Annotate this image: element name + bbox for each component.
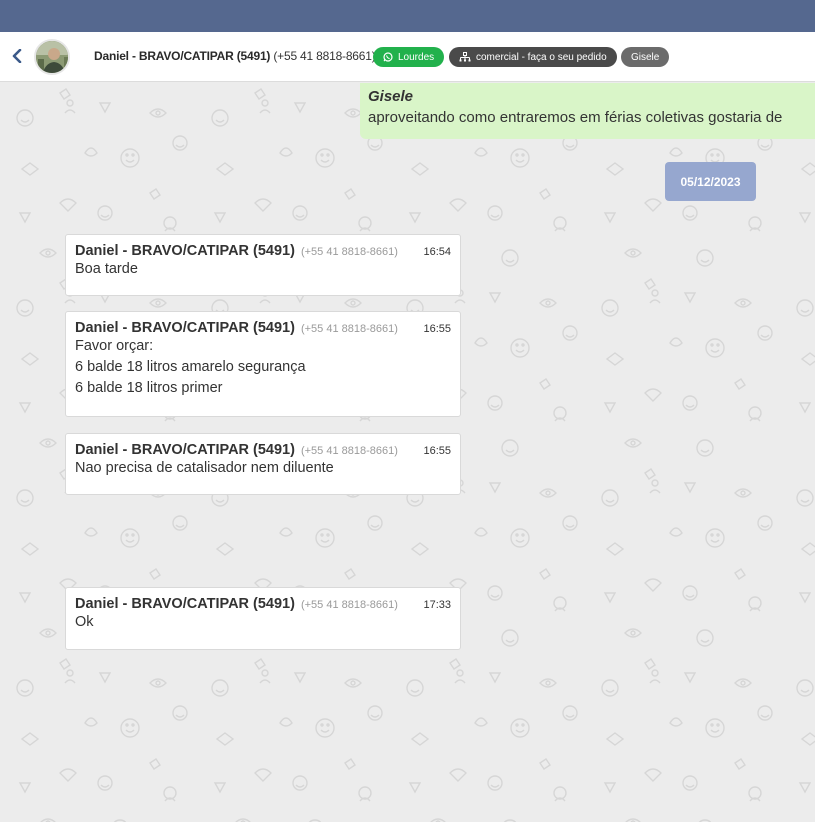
message-time: 16:55 bbox=[423, 445, 451, 457]
message-time: 17:33 bbox=[423, 599, 451, 611]
top-bar bbox=[0, 0, 815, 32]
chat-area[interactable]: Gisele aproveitando como entraremos em f… bbox=[0, 83, 815, 822]
tag-gisele[interactable]: Gisele bbox=[621, 47, 670, 67]
message-text: aproveitando como entraremos em férias c… bbox=[368, 109, 783, 126]
message-text: Boa tarde bbox=[75, 261, 138, 277]
message-text: Favor orçar: bbox=[75, 338, 154, 354]
sitemap-icon bbox=[459, 51, 471, 61]
tag-label: Gisele bbox=[631, 51, 660, 63]
message-time: 16:55 bbox=[423, 323, 451, 335]
tag-lourdes[interactable]: Lourdes bbox=[373, 47, 445, 67]
message-bubble[interactable]: Daniel - BRAVO/CATIPAR (5491) (+55 41 88… bbox=[65, 234, 461, 296]
date-separator: 05/12/2023 bbox=[665, 162, 756, 201]
message-text: 6 balde 18 litros amarelo segurança bbox=[75, 359, 306, 375]
contact-phone: (+55 41 8818-8661) bbox=[273, 49, 376, 63]
back-button[interactable] bbox=[8, 47, 26, 65]
sender-name: Daniel - BRAVO/CATIPAR (5491) bbox=[75, 243, 295, 259]
sender-name: Daniel - BRAVO/CATIPAR (5491) bbox=[75, 596, 295, 612]
tag-label: comercial - faça o seu pedido bbox=[476, 51, 607, 63]
tag-comercial[interactable]: comercial - faça o seu pedido bbox=[449, 47, 617, 67]
chat-header: Daniel - BRAVO/CATIPAR (5491) (+55 41 88… bbox=[0, 32, 815, 82]
sent-message[interactable]: Gisele aproveitando como entraremos em f… bbox=[360, 83, 815, 139]
message-bubble[interactable]: Daniel - BRAVO/CATIPAR (5491) (+55 41 88… bbox=[65, 433, 461, 495]
tag-label: Lourdes bbox=[398, 51, 435, 63]
message-bubble[interactable]: Daniel - BRAVO/CATIPAR (5491) (+55 41 88… bbox=[65, 311, 461, 417]
message-text: Nao precisa de catalisador nem diluente bbox=[75, 460, 334, 476]
avatar[interactable] bbox=[34, 39, 70, 75]
sender-phone: (+55 41 8818-8661) bbox=[300, 599, 398, 611]
chevron-left-icon bbox=[12, 49, 22, 63]
message-bubble[interactable]: Daniel - BRAVO/CATIPAR (5491) (+55 41 88… bbox=[65, 587, 461, 650]
message-text: 6 balde 18 litros primer bbox=[75, 380, 223, 396]
contact-info: Daniel - BRAVO/CATIPAR (5491) (+55 41 88… bbox=[94, 49, 376, 63]
sender-phone: (+55 41 8818-8661) bbox=[300, 323, 398, 335]
sender-phone: (+55 41 8818-8661) bbox=[300, 246, 398, 258]
sender-phone: (+55 41 8818-8661) bbox=[300, 445, 398, 457]
message-time: 16:54 bbox=[423, 246, 451, 258]
sender-name: Daniel - BRAVO/CATIPAR (5491) bbox=[75, 442, 295, 458]
message-author: Gisele bbox=[368, 88, 414, 105]
message-text: Ok bbox=[75, 614, 94, 630]
whatsapp-icon bbox=[383, 52, 393, 62]
contact-name: Daniel - BRAVO/CATIPAR (5491) bbox=[94, 49, 271, 63]
sender-name: Daniel - BRAVO/CATIPAR (5491) bbox=[75, 320, 295, 336]
